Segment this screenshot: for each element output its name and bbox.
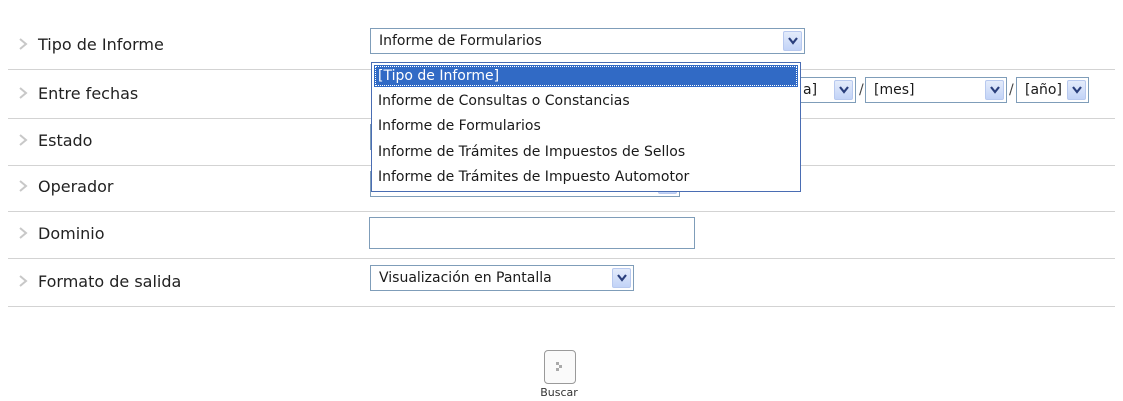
dropdown-option[interactable]: Informe de Trámites de Impuestos de Sell… bbox=[374, 141, 798, 163]
row-label: Entre fechas bbox=[38, 84, 139, 103]
chevron-down-icon[interactable] bbox=[612, 268, 631, 288]
row-label: Operador bbox=[38, 177, 114, 196]
anio-select[interactable]: [año] bbox=[1016, 77, 1089, 103]
select-value: [año] bbox=[1025, 82, 1062, 98]
row-label: Tipo de Informe bbox=[38, 35, 164, 54]
buscar-button-box[interactable] bbox=[544, 350, 576, 384]
chevron-right-icon bbox=[19, 134, 28, 146]
chevron-down-icon[interactable] bbox=[783, 31, 802, 51]
chevron-right-icon bbox=[19, 275, 28, 287]
chevron-right-icon bbox=[19, 227, 28, 239]
tipo-informe-dropdown-list[interactable]: [Tipo de Informe] Informe de Consultas o… bbox=[371, 62, 801, 192]
dropdown-option[interactable]: [Tipo de Informe] bbox=[374, 65, 798, 87]
chevron-right-icon bbox=[556, 362, 562, 371]
chevron-down-icon[interactable] bbox=[1067, 80, 1086, 100]
dropdown-option[interactable]: Informe de Consultas o Constancias bbox=[374, 90, 798, 112]
chevron-down-icon[interactable] bbox=[985, 80, 1004, 100]
chevron-right-icon bbox=[19, 38, 28, 50]
tipo-informe-select[interactable]: Informe de Formularios bbox=[370, 28, 805, 54]
date-separator: / bbox=[1009, 82, 1014, 98]
chevron-right-icon bbox=[19, 87, 28, 99]
mes-select[interactable]: [mes] bbox=[865, 77, 1007, 103]
dropdown-option[interactable]: Informe de Formularios bbox=[374, 115, 798, 137]
dominio-input[interactable] bbox=[369, 217, 695, 249]
row-label: Formato de salida bbox=[38, 272, 182, 291]
buscar-label: Buscar bbox=[540, 386, 578, 399]
dropdown-option[interactable]: Informe de Trámites de Impuesto Automoto… bbox=[374, 166, 798, 188]
date-separator: / bbox=[859, 82, 864, 98]
chevron-down-icon[interactable] bbox=[834, 80, 853, 100]
chevron-right-icon bbox=[19, 180, 28, 192]
formato-salida-select[interactable]: Visualización en Pantalla bbox=[370, 265, 634, 291]
select-value: Visualización en Pantalla bbox=[379, 270, 552, 286]
select-value: a] bbox=[803, 82, 818, 98]
row-label: Estado bbox=[38, 131, 93, 150]
select-value: [mes] bbox=[874, 82, 915, 98]
buscar-button[interactable]: Buscar bbox=[540, 350, 600, 401]
row-label: Dominio bbox=[38, 224, 105, 243]
select-value: Informe de Formularios bbox=[379, 33, 542, 49]
